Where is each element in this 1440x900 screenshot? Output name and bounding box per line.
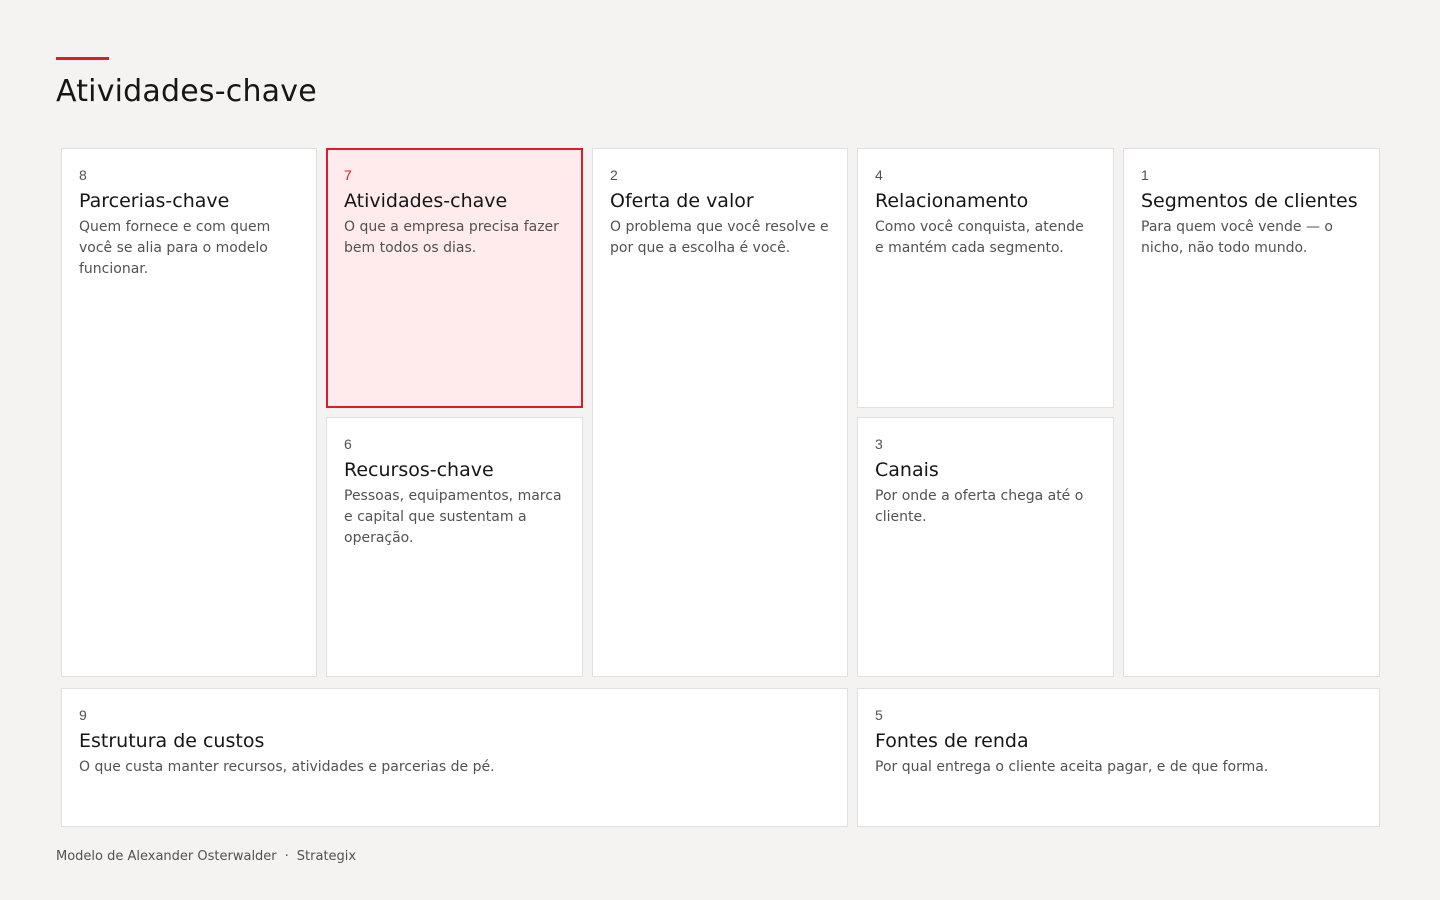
block-number: 4 <box>875 167 883 183</box>
block-number: 7 <box>344 167 352 183</box>
block-parcerias-chave[interactable]: 8 Parcerias-chave Quem fornece e com que… <box>61 148 317 677</box>
block-description: Quem fornece e com quem você se alia par… <box>79 219 271 277</box>
block-title: Fontes de renda <box>875 730 1029 752</box>
block-number: 2 <box>610 167 618 183</box>
block-number: 5 <box>875 707 883 723</box>
block-title: Recursos-chave <box>344 459 494 481</box>
block-title: Segmentos de clientes <box>1141 190 1358 212</box>
block-description: Como você conquista, atende e mantém cad… <box>875 219 1084 256</box>
block-title: Oferta de valor <box>610 190 754 212</box>
block-title: Parcerias-chave <box>79 190 230 212</box>
footer: Modelo de Alexander Osterwalder · Strategi… <box>56 849 356 864</box>
block-title: Relacionamento <box>875 190 1029 212</box>
block-recursos-chave[interactable]: 6 Recursos-chave Pessoas, equipamentos, … <box>326 417 583 677</box>
block-description: Por qual entrega o cliente aceita pagar,… <box>875 759 1269 775</box>
block-fontes-de-renda[interactable]: 5 Fontes de renda Por qual entrega o cli… <box>857 688 1380 827</box>
block-title: Estrutura de custos <box>79 730 265 752</box>
block-canais[interactable]: 3 Canais Por onde a oferta chega até o c… <box>857 417 1114 677</box>
block-description: Por onde a oferta chega até o cliente. <box>875 488 1084 525</box>
block-title: Atividades-chave <box>344 190 508 212</box>
block-number: 1 <box>1141 167 1149 183</box>
footer-credit: Modelo de Alexander Osterwalder <box>56 849 277 864</box>
block-number: 8 <box>79 167 87 183</box>
block-estrutura-de-custos[interactable]: 9 Estrutura de custos O que custa manter… <box>61 688 848 827</box>
footer-brand: Strategix <box>296 849 357 864</box>
block-oferta-de-valor[interactable]: 2 Oferta de valor O problema que você re… <box>592 148 848 677</box>
block-description: Pessoas, equipamentos, marca e capital q… <box>344 488 562 546</box>
block-number: 9 <box>79 707 87 723</box>
block-description: O problema que você resolve e por que a … <box>610 219 829 256</box>
block-atividades-chave[interactable]: 7 Atividades-chave O que a empresa preci… <box>326 148 583 408</box>
title-accent-bar <box>56 57 109 60</box>
page-title: Atividades-chave <box>56 74 317 109</box>
block-title: Canais <box>875 459 939 481</box>
block-segmentos-de-clientes[interactable]: 1 Segmentos de clientes Para quem você v… <box>1123 148 1380 677</box>
block-description: Para quem você vende — o nicho, não todo… <box>1141 219 1333 256</box>
block-number: 6 <box>344 436 352 452</box>
footer-separator: · <box>284 849 289 864</box>
block-description: O que custa manter recursos, atividades … <box>79 759 495 775</box>
block-description: O que a empresa precisa fazer bem todos … <box>344 219 559 256</box>
block-relacionamento[interactable]: 4 Relacionamento Como você conquista, at… <box>857 148 1114 408</box>
block-number: 3 <box>875 436 883 452</box>
